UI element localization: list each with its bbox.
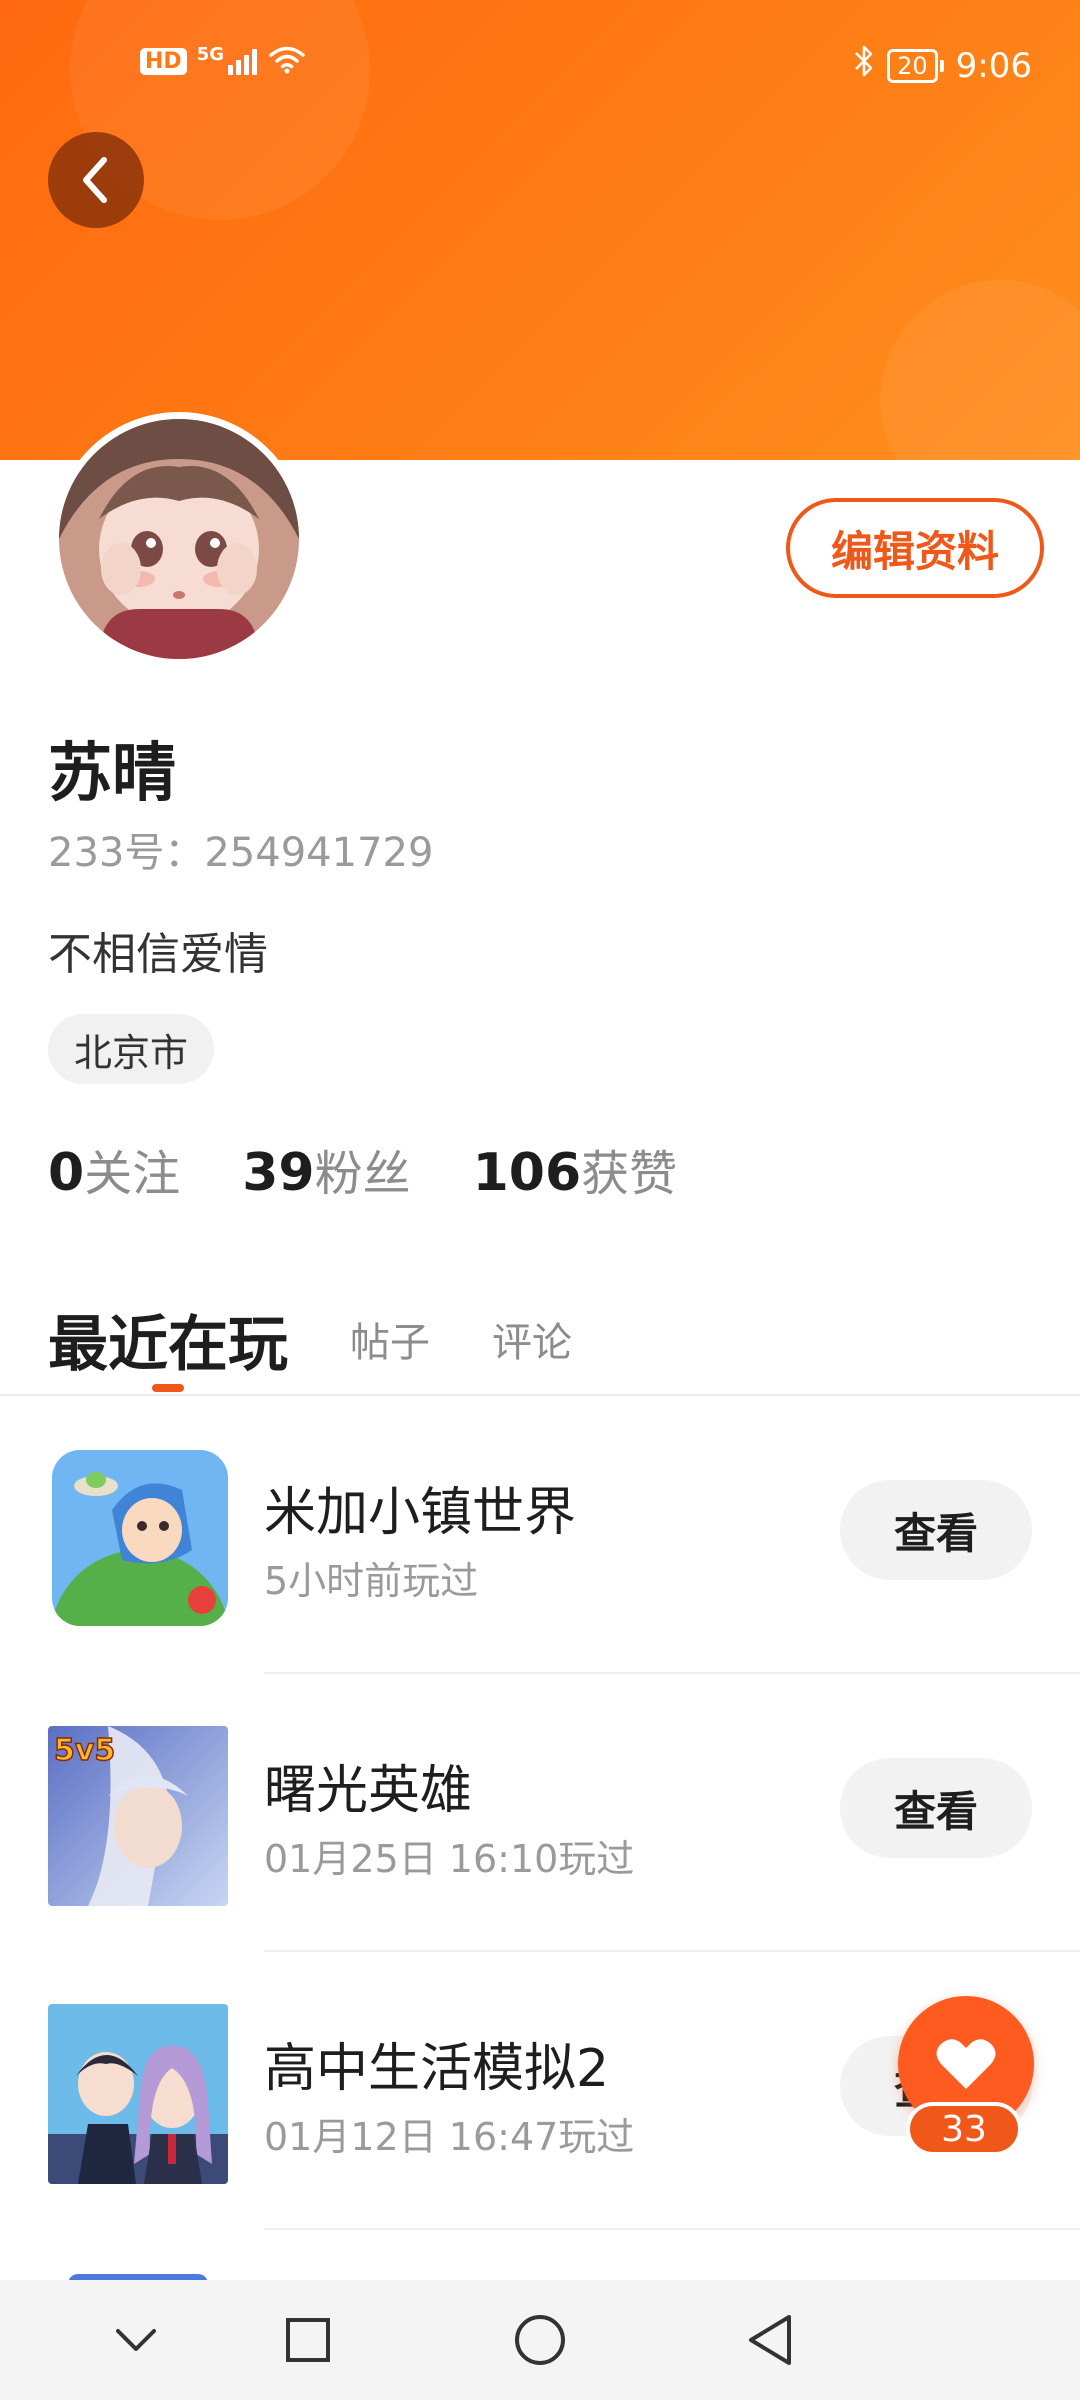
chevron-down-icon — [116, 2329, 156, 2351]
clock: 9:06 — [955, 45, 1032, 86]
view-button[interactable]: 查看 — [840, 1758, 1032, 1858]
location-tag: 北京市 — [48, 1014, 215, 1084]
profile-stats: 0 关注 39 粉丝 106 获赞 — [48, 1134, 677, 1204]
heart-icon — [936, 2039, 996, 2089]
last-played-time: 01月12日 16:47玩过 — [264, 2115, 635, 2159]
status-bar: HD 5G 20 9:06 — [0, 0, 1080, 130]
bluetooth-icon — [853, 44, 875, 87]
avatar[interactable] — [52, 412, 306, 666]
hd-icon: HD — [140, 47, 187, 75]
chevron-left-icon — [83, 157, 107, 203]
stat-likes[interactable]: 106 获赞 — [473, 1134, 678, 1204]
square-icon — [286, 2318, 330, 2362]
game-title: 曙光英雄 — [264, 1761, 473, 1821]
stat-following[interactable]: 0 关注 — [48, 1134, 180, 1204]
battery-icon: 20 — [887, 48, 944, 83]
list-item[interactable]: 米加小镇世界 5小时前玩过 查看 — [0, 1396, 1080, 1674]
user-id: 233号：254941729 — [48, 830, 434, 876]
circle-icon — [515, 2315, 565, 2365]
profile-screen: HD 5G 20 9:06 编辑资料 苏晴 233号：254941729 不相信… — [0, 0, 1080, 2400]
triangle-back-icon — [749, 2315, 791, 2365]
toca-world-icon — [52, 1450, 228, 1626]
high-school-sim-icon — [48, 2004, 228, 2184]
nav-hide-button[interactable] — [104, 2308, 168, 2372]
nav-back-button[interactable] — [738, 2308, 802, 2372]
view-button[interactable]: 查看 — [840, 1480, 1032, 1580]
nav-home-button[interactable] — [508, 2308, 572, 2372]
profile-name: 苏晴 — [48, 737, 176, 811]
list-item[interactable]: 5v5 曙光英雄 01月25日 16:10玩过 查看 — [0, 1674, 1080, 1952]
back-button[interactable] — [48, 132, 144, 228]
signal-icon — [228, 47, 257, 75]
tab-comments[interactable]: 评论 — [492, 1310, 572, 1368]
system-nav-bar — [0, 2280, 1080, 2400]
network-type: 5G — [196, 43, 224, 65]
last-played-time: 01月25日 16:10玩过 — [264, 1837, 635, 1881]
game-title: 米加小镇世界 — [264, 1483, 577, 1543]
edit-profile-button[interactable]: 编辑资料 — [786, 498, 1044, 598]
profile-tabs: 最近在玩 帖子 评论 — [48, 1284, 1080, 1394]
profile-bio: 不相信爱情 — [48, 929, 268, 980]
nav-recents-button[interactable] — [276, 2308, 340, 2372]
dawn-heroes-icon: 5v5 — [48, 1726, 228, 1906]
tab-recently-played[interactable]: 最近在玩 — [48, 1296, 288, 1383]
like-count-badge: 33 — [906, 2102, 1022, 2156]
stat-fans[interactable]: 39 粉丝 — [242, 1134, 410, 1204]
tab-posts[interactable]: 帖子 — [350, 1310, 430, 1368]
tab-indicator — [152, 1384, 184, 1392]
game-title: 高中生活模拟2 — [264, 2039, 610, 2099]
last-played-time: 5小时前玩过 — [264, 1559, 479, 1603]
wifi-icon — [267, 44, 307, 78]
game-badge: 5v5 — [54, 1733, 115, 1768]
